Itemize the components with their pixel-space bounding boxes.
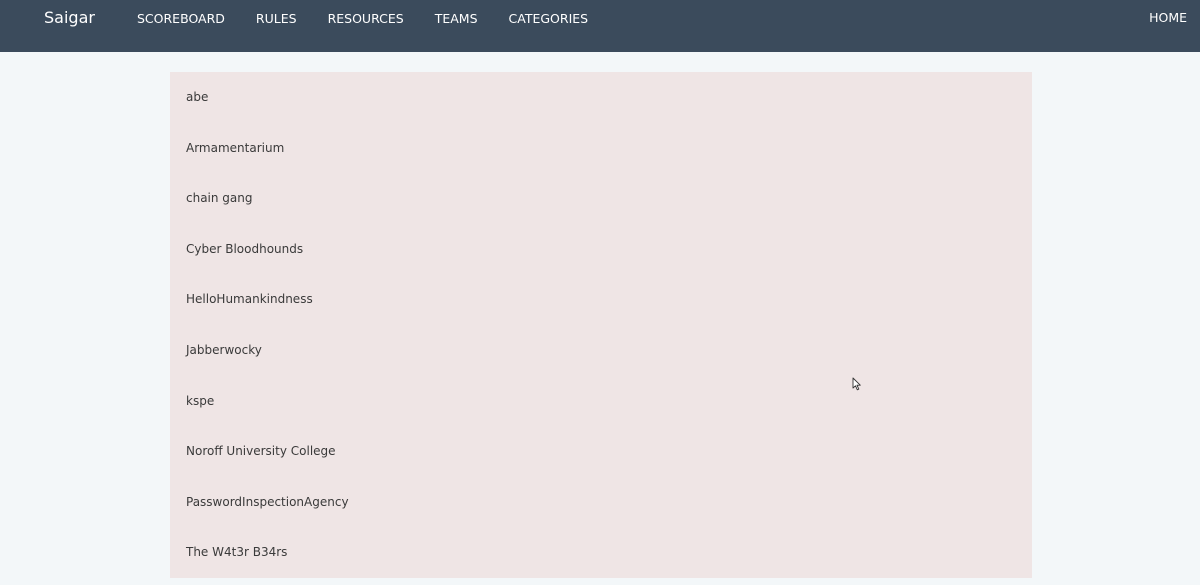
nav-link-teams[interactable]: TEAMS xyxy=(435,11,478,26)
team-list-item[interactable]: Noroff University College xyxy=(170,426,1032,477)
brand-logo-link[interactable]: Saigar xyxy=(44,8,95,27)
nav-link-categories[interactable]: CATEGORIES xyxy=(509,11,589,26)
team-list-item[interactable]: The W4t3r B34rs xyxy=(170,527,1032,578)
main-nav: SCOREBOARD RULES RESOURCES TEAMS CATEGOR… xyxy=(137,11,619,26)
team-list-item[interactable]: Armamentarium xyxy=(170,123,1032,174)
nav-link-rules[interactable]: RULES xyxy=(256,11,297,26)
nav-link-resources[interactable]: RESOURCES xyxy=(328,11,404,26)
team-list-item[interactable]: chain gang xyxy=(170,173,1032,224)
team-list-item[interactable]: kspe xyxy=(170,376,1032,427)
nav-link-scoreboard[interactable]: SCOREBOARD xyxy=(137,11,225,26)
team-list-item[interactable]: Jabberwocky xyxy=(170,325,1032,376)
mouse-pointer-icon xyxy=(852,377,861,391)
team-list-item[interactable]: HelloHumankindness xyxy=(170,274,1032,325)
nav-link-home[interactable]: HOME xyxy=(1149,10,1187,25)
top-navbar: Saigar SCOREBOARD RULES RESOURCES TEAMS … xyxy=(0,0,1200,52)
team-list-item[interactable]: abe xyxy=(170,72,1032,123)
team-list-panel: abe Armamentarium chain gang Cyber Blood… xyxy=(170,72,1032,578)
team-list: abe Armamentarium chain gang Cyber Blood… xyxy=(170,72,1032,578)
team-list-item[interactable]: Cyber Bloodhounds xyxy=(170,224,1032,275)
team-list-item[interactable]: PasswordInspectionAgency xyxy=(170,477,1032,528)
